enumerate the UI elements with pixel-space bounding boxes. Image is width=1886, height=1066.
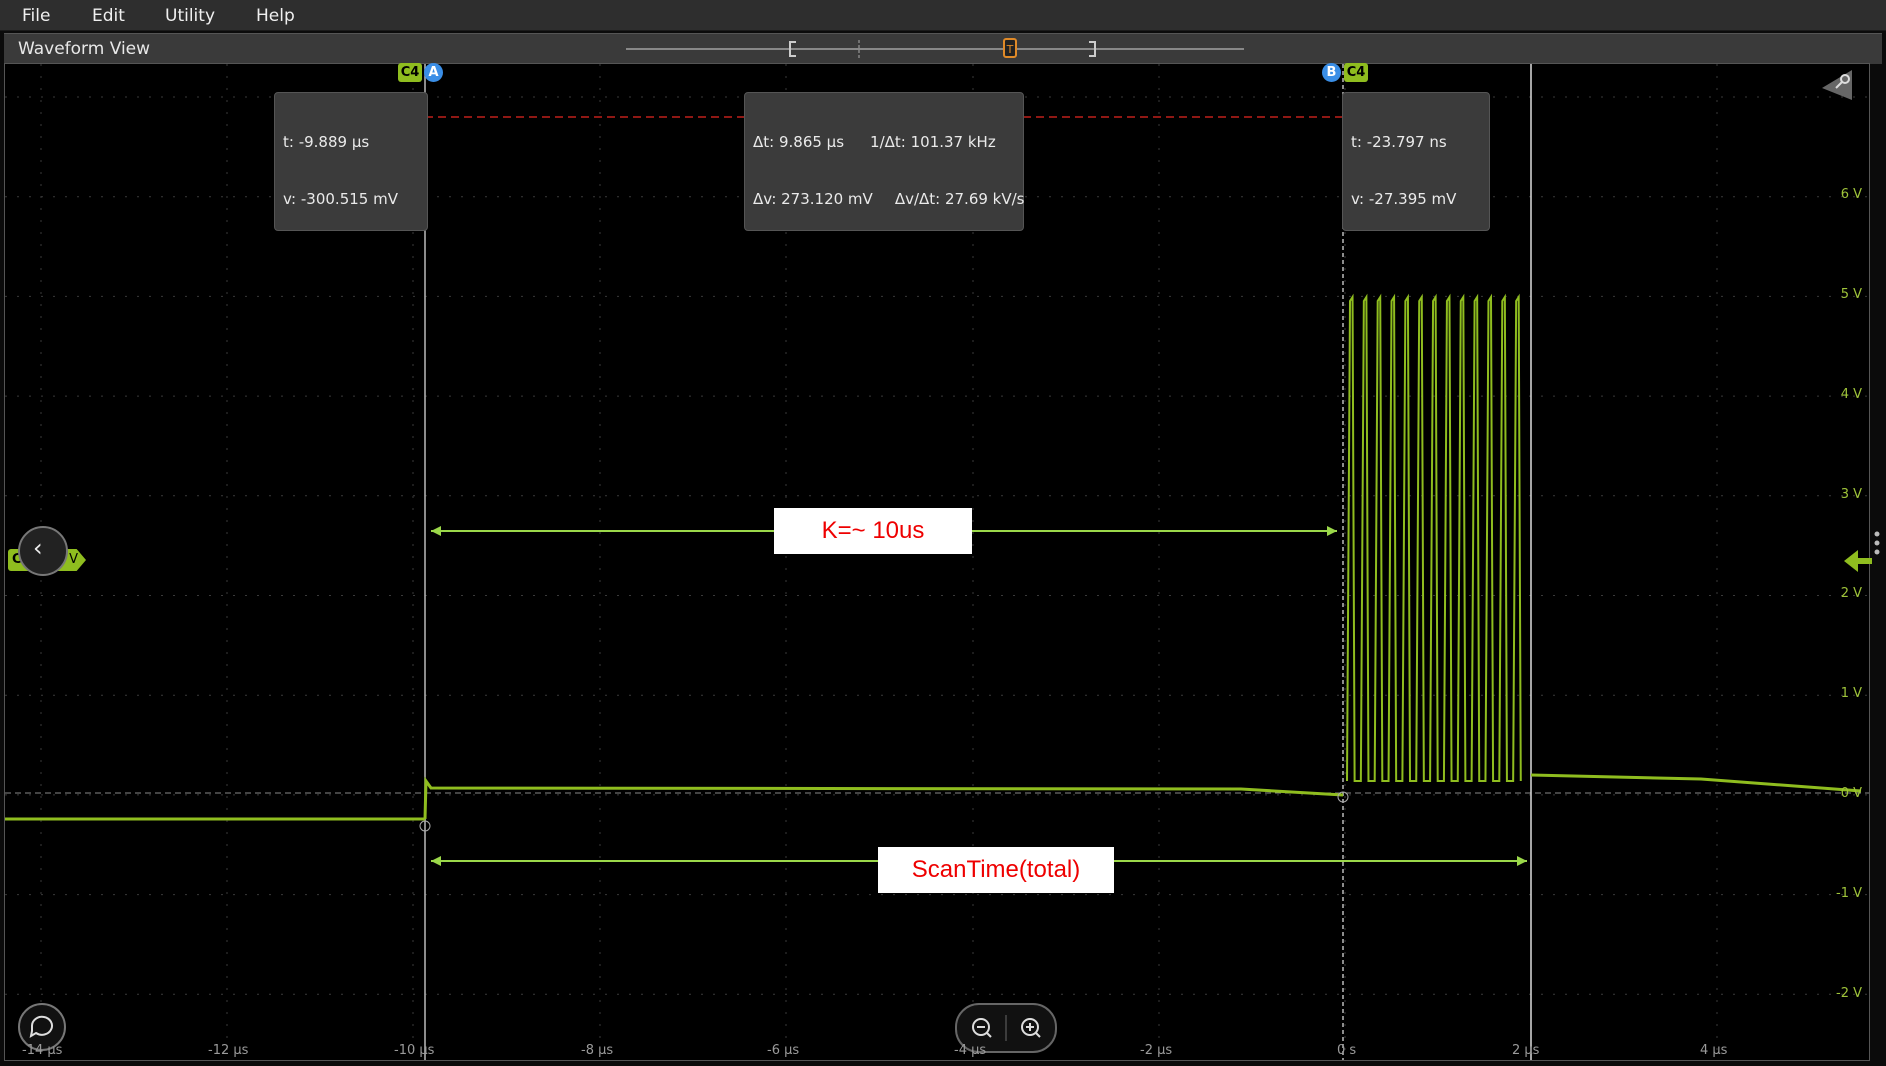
cursor-a-channel-badge: C4 — [398, 63, 422, 82]
cursor-a-badge[interactable]: A — [424, 63, 443, 82]
x-tick-label: -8 µs — [581, 1043, 614, 1058]
record-overview-bar[interactable]: T — [4, 34, 1882, 64]
cursor-b-channel-badge: C4 — [1344, 63, 1368, 82]
delta-v-over-delta-t: Δv/Δt: 27.69 kV/s — [894, 190, 1025, 208]
waveform-view-titlebar: Waveform View T — [4, 33, 1882, 64]
y-tick-label: 2 V — [1840, 586, 1862, 601]
cursor-b-time: t: -23.797 ns — [1351, 133, 1447, 151]
x-tick-label: 2 µs — [1512, 1043, 1540, 1058]
zoom-in-icon[interactable] — [1021, 1018, 1041, 1038]
y-tick-label: -1 V — [1836, 886, 1862, 901]
menu-help[interactable]: Help — [256, 6, 295, 26]
trace-segment — [423, 776, 1344, 820]
scan-time-arrow-head — [1517, 856, 1527, 866]
delta-t: Δt: 9.865 µs — [753, 133, 845, 151]
y-tick-label: 5 V — [1840, 287, 1862, 302]
menu-bar: File Edit Utility Help — [0, 0, 1886, 31]
k-interval-arrow-head — [1327, 526, 1337, 536]
y-tick-label: 6 V — [1840, 187, 1862, 202]
x-tick-label: -2 µs — [1140, 1043, 1173, 1058]
x-tick-label: -12 µs — [208, 1043, 249, 1058]
trigger-level-icon[interactable] — [1844, 548, 1874, 574]
measure-corner-icon[interactable] — [1820, 68, 1860, 108]
trace-segment — [1530, 773, 1862, 793]
y-tick-label: 1 V — [1840, 686, 1862, 701]
x-tick-label: 0 s — [1337, 1043, 1357, 1058]
scan-time-arrow-head — [431, 856, 441, 866]
trace-pulse-burst — [1346, 293, 1522, 782]
cursor-a-voltage: v: -300.515 mV — [283, 190, 398, 208]
cursor-b-readout: t: -23.797 ns v: -27.395 mV — [1342, 92, 1490, 231]
cursor-b-badge[interactable]: B — [1322, 63, 1341, 82]
scan-time-annotation: ScanTime(total) — [878, 847, 1114, 893]
collapse-panel-button[interactable]: ‹ — [18, 526, 68, 576]
cursor-a-time: t: -9.889 µs — [283, 133, 370, 151]
cursor-b-voltage: v: -27.395 mV — [1351, 190, 1457, 208]
menu-edit[interactable]: Edit — [92, 6, 125, 26]
delta-v: Δv: 273.120 mV — [753, 190, 873, 208]
cursor-a-readout: t: -9.889 µs v: -300.515 mV — [274, 92, 428, 231]
x-tick-label: -14 µs — [22, 1043, 63, 1058]
k-annotation: K=~ 10us — [774, 508, 972, 554]
more-options-icon[interactable] — [1873, 530, 1881, 560]
x-tick-label: -6 µs — [767, 1043, 800, 1058]
chevron-left-icon: ‹ — [33, 534, 43, 562]
y-tick-label: 0 V — [1840, 786, 1862, 801]
svg-text:T: T — [1006, 43, 1014, 56]
delta-readout: Δt: 9.865 µs 1/Δt: 101.37 kHz Δv: 273.120… — [744, 92, 1025, 231]
zoom-out-icon[interactable] — [972, 1018, 992, 1038]
y-tick-label: 4 V — [1840, 387, 1862, 402]
menu-file[interactable]: File — [22, 6, 50, 26]
x-tick-label: 4 µs — [1700, 1043, 1728, 1058]
inverse-delta-t: 1/Δt: 101.37 kHz — [870, 133, 996, 151]
menu-utility[interactable]: Utility — [165, 6, 215, 26]
y-tick-label: -2 V — [1836, 986, 1862, 1001]
y-tick-label: 3 V — [1840, 487, 1862, 502]
k-interval-arrow-head — [431, 526, 441, 536]
x-tick-label: -4 µs — [954, 1043, 987, 1058]
x-tick-label: -10 µs — [394, 1043, 435, 1058]
